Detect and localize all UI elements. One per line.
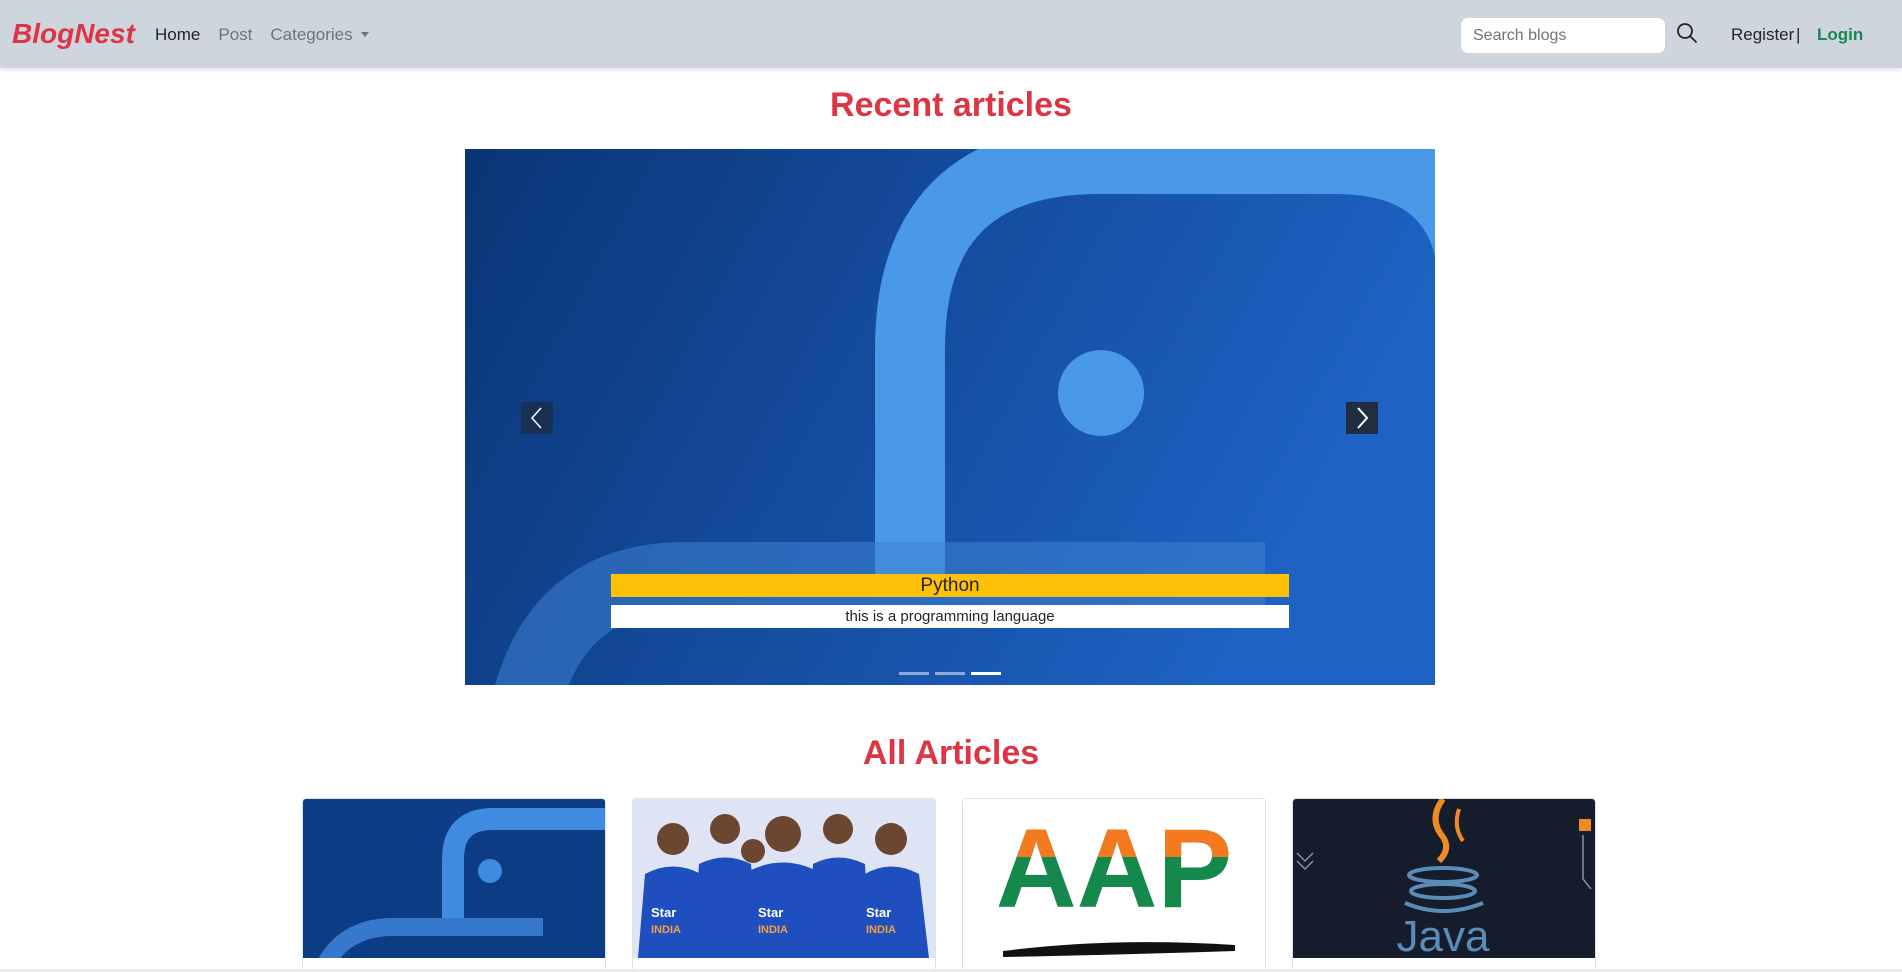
chevron-right-icon [1357, 407, 1369, 429]
article-card[interactable]: Java [1292, 798, 1596, 972]
auth-separator: | [1796, 25, 1801, 44]
svg-text:INDIA: INDIA [651, 924, 681, 936]
svg-text:INDIA: INDIA [866, 924, 896, 936]
svg-text:INDIA: INDIA [758, 924, 788, 936]
search-icon[interactable] [1676, 22, 1698, 44]
python-logo-thumbnail [303, 799, 605, 958]
login-link[interactable]: Login [1817, 25, 1863, 45]
carousel-indicator[interactable] [935, 672, 965, 675]
aap-logo-thumbnail: AAP AAP [963, 799, 1265, 958]
svg-text:Java: Java [1397, 912, 1490, 958]
java-logo-thumbnail: Java [1293, 799, 1595, 958]
nav-categories-dropdown[interactable]: Categories [270, 25, 369, 45]
nav-home[interactable]: Home [155, 25, 200, 45]
carousel-indicators [899, 672, 1001, 675]
carousel-next-button[interactable] [1346, 402, 1378, 434]
nav-links: Home Post Categories [155, 25, 369, 45]
carousel-indicator-active[interactable] [971, 672, 1001, 675]
chevron-left-icon [530, 407, 542, 429]
nav-post[interactable]: Post [218, 25, 252, 45]
carousel-indicator[interactable] [899, 672, 929, 675]
caret-down-icon [360, 32, 369, 37]
article-card[interactable]: AAP AAP [962, 798, 1266, 972]
svg-text:Star: Star [866, 905, 891, 920]
navbar: BlogNest Home Post Categories Register |… [0, 0, 1902, 68]
register-link[interactable]: Register [1731, 25, 1794, 45]
slide-title: Python [611, 574, 1289, 597]
carousel-prev-button[interactable] [521, 402, 553, 434]
brand-logo[interactable]: BlogNest [12, 18, 135, 50]
article-card[interactable]: Star Star Star INDIA INDIA INDIA [632, 798, 936, 972]
recent-articles-carousel[interactable]: Python this is a programming language [465, 149, 1435, 685]
svg-text:Star: Star [758, 905, 783, 920]
search-input[interactable] [1460, 17, 1666, 54]
nav-categories-label: Categories [270, 25, 353, 44]
all-articles-title: All Articles [862, 734, 1040, 772]
svg-text:Star: Star [651, 905, 676, 920]
recent-articles-title: Recent articles [830, 86, 1072, 124]
slide-caption: this is a programming language [611, 605, 1289, 628]
article-card[interactable] [302, 798, 606, 972]
cricket-team-thumbnail: Star Star Star INDIA INDIA INDIA [633, 799, 935, 958]
